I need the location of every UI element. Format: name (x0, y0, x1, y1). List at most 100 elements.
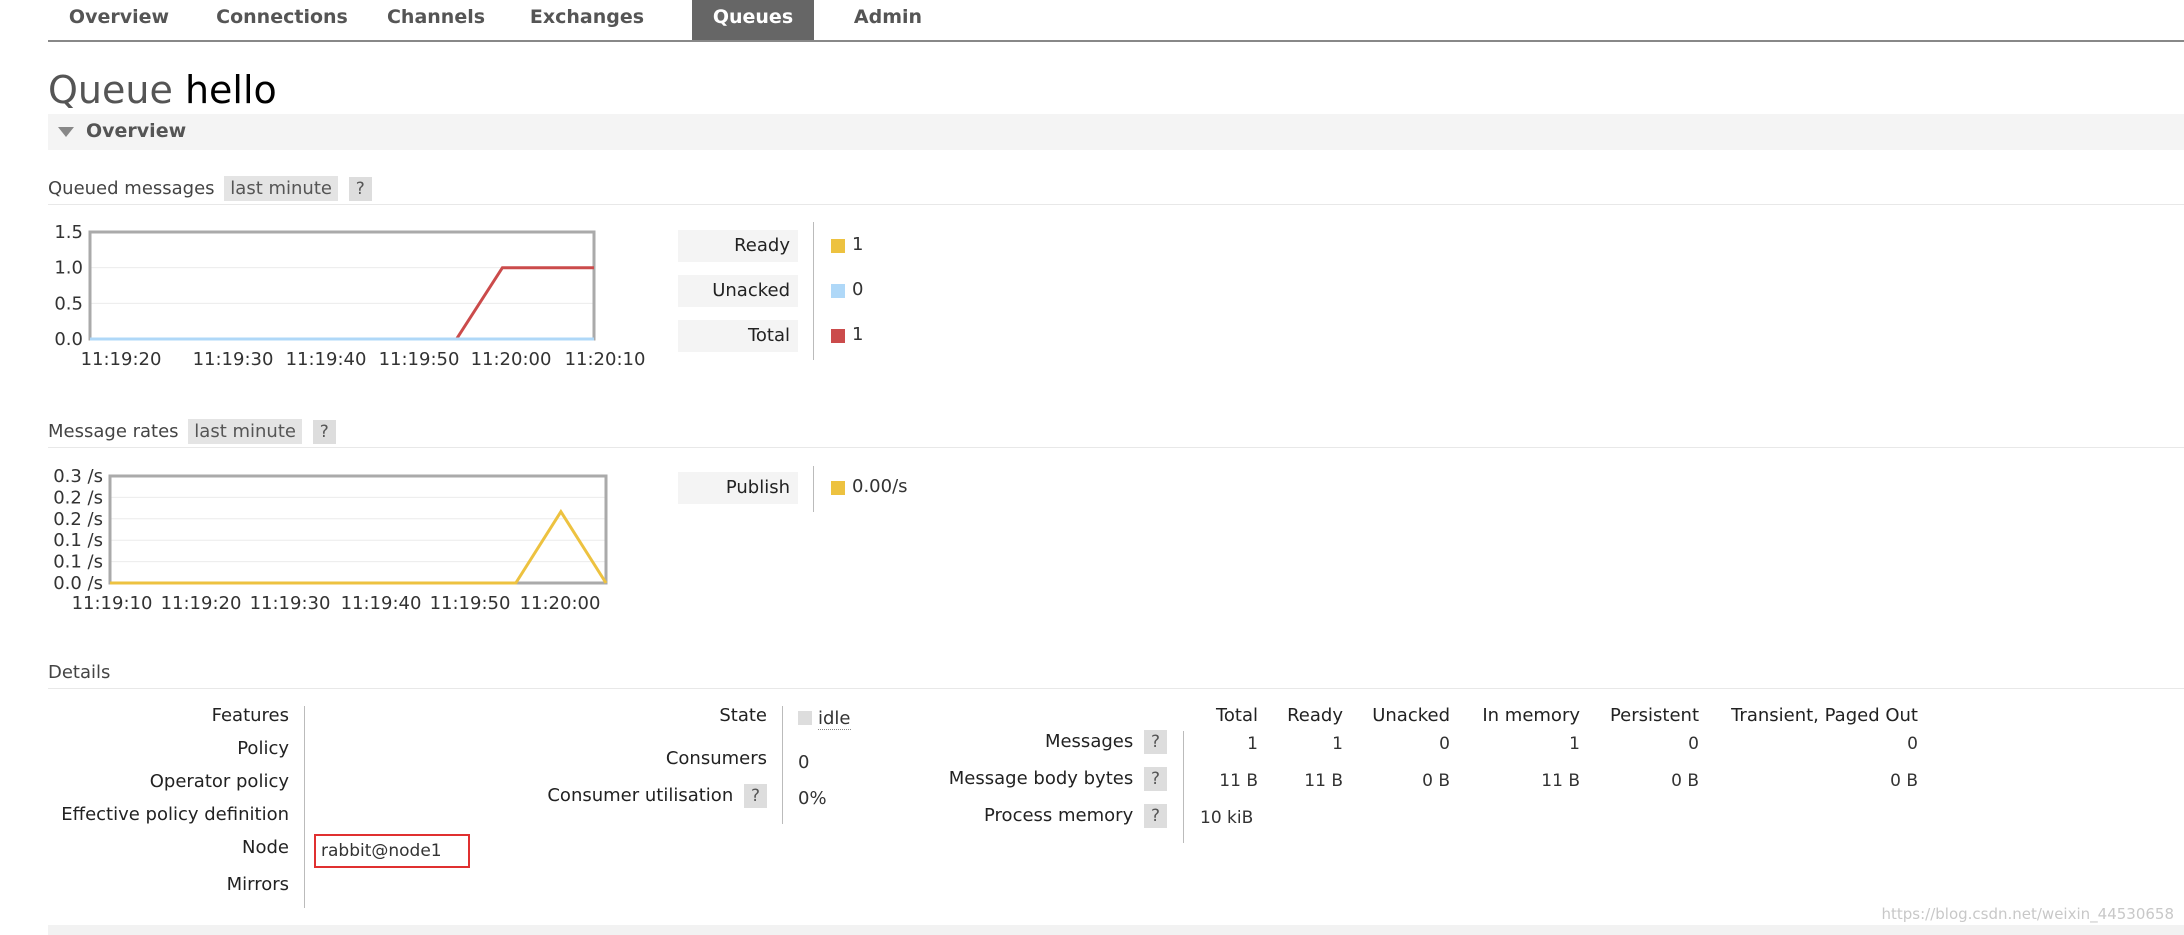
y-tick-label: 1.0 (54, 258, 83, 279)
y-tick-label: 0.0 (54, 329, 83, 350)
x-tick-label: 11:20:10 (565, 349, 646, 370)
legend-publish-swatch (831, 481, 845, 495)
messages-row-label: Messages ? (1045, 730, 1167, 754)
x-tick-label: 11:19:40 (286, 349, 367, 370)
x-tick-label: 11:20:00 (471, 349, 552, 370)
tab-connections[interactable]: Connections (206, 0, 358, 40)
message-rates-label: Message rates (48, 421, 179, 442)
bytes-unacked: 0 B (1422, 771, 1450, 791)
tab-queues[interactable]: Queues (692, 0, 814, 40)
col-ready-header: Ready (1287, 705, 1343, 726)
collapse-triangle-icon (58, 127, 74, 137)
col-total-header: Total (1215, 705, 1258, 726)
y-tick-label: 0.0 /s (53, 573, 103, 594)
tab-exchanges[interactable]: Exchanges (514, 0, 660, 40)
mirrors-label: Mirrors (226, 874, 289, 895)
body-bytes-help-button[interactable]: ? (1143, 767, 1167, 791)
queue-name: hello (184, 68, 277, 112)
legend-ready-value: 1 (852, 234, 864, 255)
tab-admin[interactable]: Admin (834, 0, 942, 40)
legend-unacked-swatch (831, 284, 845, 298)
message-rates-header: Message rates last minute ? (48, 419, 336, 444)
series-line-publish (110, 508, 608, 585)
x-tick-label: 11:19:20 (81, 349, 162, 370)
plot-frame (88, 230, 596, 341)
legend-divider (813, 222, 814, 360)
rates-range-selector[interactable]: last minute (188, 419, 302, 444)
x-tick-label: 11:19:50 (430, 593, 511, 614)
process-memory-help-button[interactable]: ? (1143, 804, 1167, 828)
queued-messages-label: Queued messages (48, 178, 215, 199)
legend-total-swatch (831, 329, 845, 343)
node-label: Node (242, 837, 289, 858)
footer-bar (48, 925, 2184, 935)
messages-transient: 0 (1907, 734, 1918, 754)
messages-help-button[interactable]: ? (1143, 730, 1167, 754)
y-tick-label: 0.2 /s (53, 487, 103, 508)
state-value: idle (798, 708, 851, 730)
legend-unacked-label: Unacked (678, 275, 798, 307)
body-bytes-label-text: Message body bytes (948, 768, 1134, 789)
top-nav: Overview Connections Channels Exchanges … (48, 0, 2184, 42)
consumers-label: Consumers (665, 748, 767, 769)
consumers-value: 0 (798, 752, 810, 773)
x-tick-label: 11:19:30 (250, 593, 331, 614)
y-tick-label: 0.5 (54, 293, 83, 314)
consumer-utilisation-label: Consumer utilisation ? (547, 784, 767, 808)
legend-publish-label: Publish (678, 472, 798, 504)
queued-help-button[interactable]: ? (348, 177, 372, 201)
legend-publish-value: 0.00/s (852, 476, 908, 497)
tab-channels[interactable]: Channels (374, 0, 498, 40)
x-tick-label: 11:19:40 (341, 593, 422, 614)
state-label: State (719, 705, 767, 726)
tab-overview[interactable]: Overview (48, 0, 190, 40)
divider (48, 447, 2184, 448)
queued-messages-chart: 0.0 0.5 1.0 1.5 11:19:20 11:19:30 11:19:40 11:1… (54, 222, 646, 370)
effective-policy-label: Effective policy definition (61, 804, 289, 825)
node-value: rabbit@node1 (314, 834, 470, 868)
x-tick-label: 11:20:00 (520, 593, 601, 614)
x-tick-label: 11:19:50 (379, 349, 460, 370)
state-text: idle (818, 708, 851, 730)
queued-range-selector[interactable]: last minute (224, 176, 338, 201)
legend-unacked-value: 0 (852, 279, 864, 300)
overview-section-toggle[interactable]: Overview (48, 114, 2184, 150)
bytes-total: 11 B (1219, 771, 1258, 791)
consumer-utilisation-text: Consumer utilisation (547, 785, 734, 806)
bytes-transient: 0 B (1890, 771, 1918, 791)
divider (48, 204, 2184, 205)
messages-in-memory: 1 (1569, 734, 1580, 754)
legend-ready-label: Ready (678, 230, 798, 262)
messages-ready: 1 (1332, 734, 1343, 754)
watermark: https://blog.csdn.net/weixin_44530658 (1881, 905, 2174, 923)
y-tick-label: 0.1 /s (53, 552, 103, 573)
operator-policy-label: Operator policy (149, 771, 289, 792)
y-tick-label: 0.1 /s (53, 530, 103, 551)
process-memory-label-text: Process memory (984, 805, 1134, 826)
stats-divider (1183, 731, 1184, 843)
overview-section-label: Overview (86, 120, 187, 142)
messages-total: 1 (1247, 734, 1258, 754)
x-tick-label: 11:19:30 (193, 349, 274, 370)
message-body-bytes-row-label: Message body bytes ? (949, 767, 1167, 791)
bytes-in-memory: 11 B (1541, 771, 1580, 791)
title-prefix: Queue (48, 68, 173, 112)
rates-help-button[interactable]: ? (312, 420, 336, 444)
idle-state-icon (798, 711, 812, 725)
messages-label-text: Messages (1044, 731, 1134, 752)
y-tick-label: 0.2 /s (53, 509, 103, 530)
col-in-memory-header: In memory (1482, 705, 1580, 726)
messages-persistent: 0 (1688, 734, 1699, 754)
process-memory-value: 10 kiB (1200, 808, 1254, 828)
bytes-persistent: 0 B (1671, 771, 1699, 791)
divider (48, 688, 2184, 689)
message-rates-chart: 0.0 /s0.1 /s0.1 /s0.2 /s0.2 /s0.3 /s11:1… (53, 466, 608, 614)
col-unacked-header: Unacked (1372, 705, 1450, 726)
col-persistent-header: Persistent (1609, 705, 1699, 726)
details-header: Details (48, 662, 111, 683)
utilisation-help-button[interactable]: ? (743, 784, 767, 808)
col-transient-header: Transient, Paged Out (1731, 705, 1918, 726)
legend-ready-swatch (831, 239, 845, 253)
y-tick-label: 1.5 (54, 222, 83, 243)
messages-unacked: 0 (1439, 734, 1450, 754)
